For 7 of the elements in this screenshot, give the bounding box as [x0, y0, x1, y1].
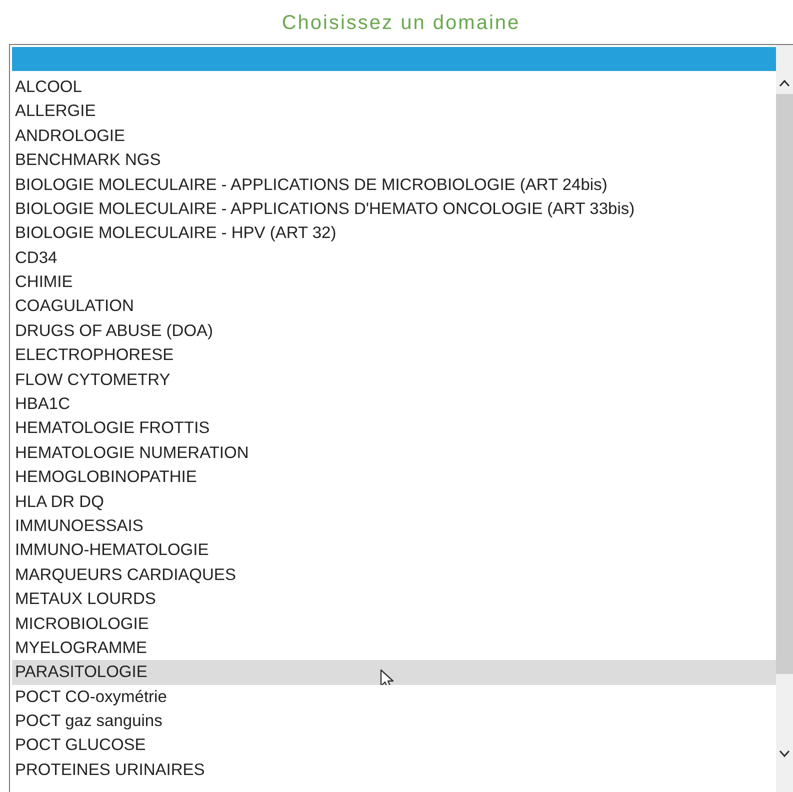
scrollbar-thumb[interactable]: [776, 94, 793, 674]
list-option[interactable]: PARASITOLOGIE: [12, 660, 776, 685]
scroll-up-icon[interactable]: [779, 79, 790, 87]
scrollbar[interactable]: [776, 45, 793, 792]
dropdown-title: Choisissez un domaine: [282, 11, 520, 36]
listbox[interactable]: [9, 44, 793, 792]
scroll-down-icon[interactable]: [779, 750, 790, 758]
